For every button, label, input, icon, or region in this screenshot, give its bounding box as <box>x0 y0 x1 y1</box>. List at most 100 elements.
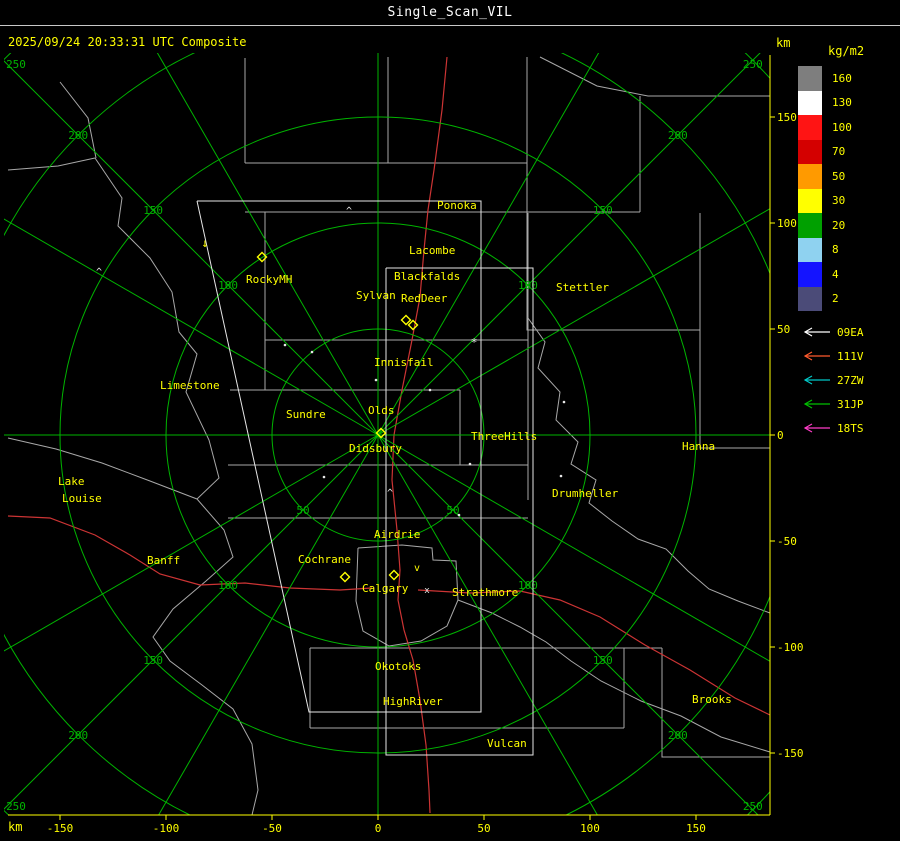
city-label: Drumheller <box>552 487 619 500</box>
azimuth-spoke <box>158 434 379 815</box>
radar-site-id: 31JP <box>837 397 864 411</box>
city-label: Calgary <box>362 582 409 595</box>
city-label: Ponoka <box>437 199 477 212</box>
city-label: Didsbury <box>349 442 402 455</box>
symbol-marker: * <box>471 336 478 349</box>
county-boundary-line <box>539 56 770 97</box>
radar-site-row: 18TS <box>798 416 898 440</box>
radar-site-marker <box>339 571 351 583</box>
colorbar-swatch <box>798 90 822 115</box>
radar-site-id: 27ZW <box>837 373 864 387</box>
bottom-tick-label: -100 <box>153 822 180 835</box>
city-label: Stettler <box>556 281 609 294</box>
azimuth-spoke <box>377 208 770 436</box>
left-arrow-icon <box>803 399 830 409</box>
radar-site-marker <box>407 319 419 331</box>
poi-dot <box>457 513 461 517</box>
bottom-tick-label: 100 <box>580 822 600 835</box>
colorbar-row: 70 <box>798 139 898 164</box>
symbol-marker: ↓ <box>201 236 208 250</box>
colorbar-value: 30 <box>832 194 846 208</box>
colorbar: 160 130 100 70 50 30 20 8 4 2 <box>798 66 898 311</box>
county-boundary-line <box>526 213 701 331</box>
colorbar-swatch <box>798 188 822 213</box>
ring-distance-label: 100 <box>518 579 538 592</box>
poi-dot <box>283 343 287 347</box>
radar-site-marker <box>400 314 412 326</box>
city-label: Blackfalds <box>394 270 460 283</box>
colorbar-value: 20 <box>832 218 846 232</box>
radar-site-row: 111V <box>798 344 898 368</box>
city-label: Innisfail <box>374 356 434 369</box>
radar-app-window: Single_Scan_VIL 2025/09/24 20:33:31 UTC … <box>0 0 900 841</box>
ring-distance-label: 150 <box>593 654 613 667</box>
ring-distance-label: 50 <box>446 504 459 517</box>
city-labels: Ponoka Lacombe Blackfalds Sylvan RedDeer Rock… <box>58 199 732 750</box>
radar-site-row: 27ZW <box>798 368 898 392</box>
bottom-tick-label: -50 <box>262 822 282 835</box>
colorbar-unit-label: kg/m2 <box>828 44 865 58</box>
poi-dot <box>374 378 378 382</box>
azimuth-spoke <box>4 218 379 436</box>
colorbar-row: 2 <box>798 286 898 311</box>
colorbar-value: 2 <box>832 292 839 306</box>
colorbar-row: 100 <box>798 115 898 140</box>
city-label: Sylvan <box>356 289 396 302</box>
city-label: Cochrane <box>298 553 351 566</box>
city-label: Banff <box>147 554 180 567</box>
ring-distance-label: 200 <box>68 729 88 742</box>
azimuth-spoke <box>377 53 600 436</box>
colorbar-swatch <box>798 237 822 262</box>
radar-site-row: 09EA <box>798 320 898 344</box>
colorbar-row: 4 <box>798 262 898 287</box>
city-label: Lake <box>58 475 85 488</box>
ring-distance-label: 250 <box>743 800 763 813</box>
ring-distance-label: 250 <box>6 800 26 813</box>
ring-distance-label: 100 <box>218 279 238 292</box>
azimuth-spoke <box>377 53 761 436</box>
colorbar-value: 160 <box>832 71 852 85</box>
poi-dot <box>468 462 472 466</box>
radar-site-marker <box>388 569 400 581</box>
county-boundary-line <box>355 544 459 647</box>
right-tick-label: 0 <box>777 429 784 442</box>
ring-distance-label: 100 <box>518 279 538 292</box>
symbol-marker: x <box>424 586 430 596</box>
ring-distance-label: 200 <box>668 129 688 142</box>
bottom-tick-label: 0 <box>375 822 382 835</box>
colorbar-row: 8 <box>798 237 898 262</box>
colorbar-swatch <box>798 213 822 238</box>
county-boundary-line <box>699 330 770 449</box>
city-label: Lacombe <box>409 244 455 257</box>
colorbar-value: 50 <box>832 169 846 183</box>
range-ring <box>4 53 770 815</box>
right-tick-label: 150 <box>777 111 797 124</box>
ring-distance-label: 150 <box>143 654 163 667</box>
city-label: Limestone <box>160 379 220 392</box>
colorbar-swatch <box>798 66 822 91</box>
radar-map-display[interactable]: 1001502002501001502002505010015020025050… <box>0 0 900 841</box>
county-boundary-line <box>94 157 259 815</box>
ring-distance-label: 150 <box>143 204 163 217</box>
sidebar: kg/m2 160 130 100 70 50 30 20 8 4 2 09EA 111V 27ZW 3… <box>798 44 898 440</box>
colorbar-value: 8 <box>832 243 839 257</box>
right-tick-label: -50 <box>777 535 797 548</box>
radar-site-id: 111V <box>837 349 864 363</box>
city-label: Airdrie <box>374 528 420 541</box>
ring-distance-label: 100 <box>218 579 238 592</box>
colorbar-swatch <box>798 164 822 189</box>
city-label: Vulcan <box>487 737 527 750</box>
symbol-marker: ^ <box>387 488 393 499</box>
symbol-marker: ^ <box>96 267 102 278</box>
ring-distance-label: 250 <box>743 58 763 71</box>
azimuth-spoke <box>4 60 379 436</box>
azimuth-spoke <box>4 434 379 810</box>
county-boundary-line <box>527 317 770 614</box>
poi-dot <box>562 400 566 404</box>
right-tick-label: -150 <box>777 747 804 760</box>
bottom-tick-label: -150 <box>47 822 74 835</box>
colorbar-swatch <box>798 115 822 140</box>
colorbar-swatch <box>798 262 822 287</box>
left-arrow-icon <box>803 351 830 361</box>
poi-dot <box>428 388 432 392</box>
